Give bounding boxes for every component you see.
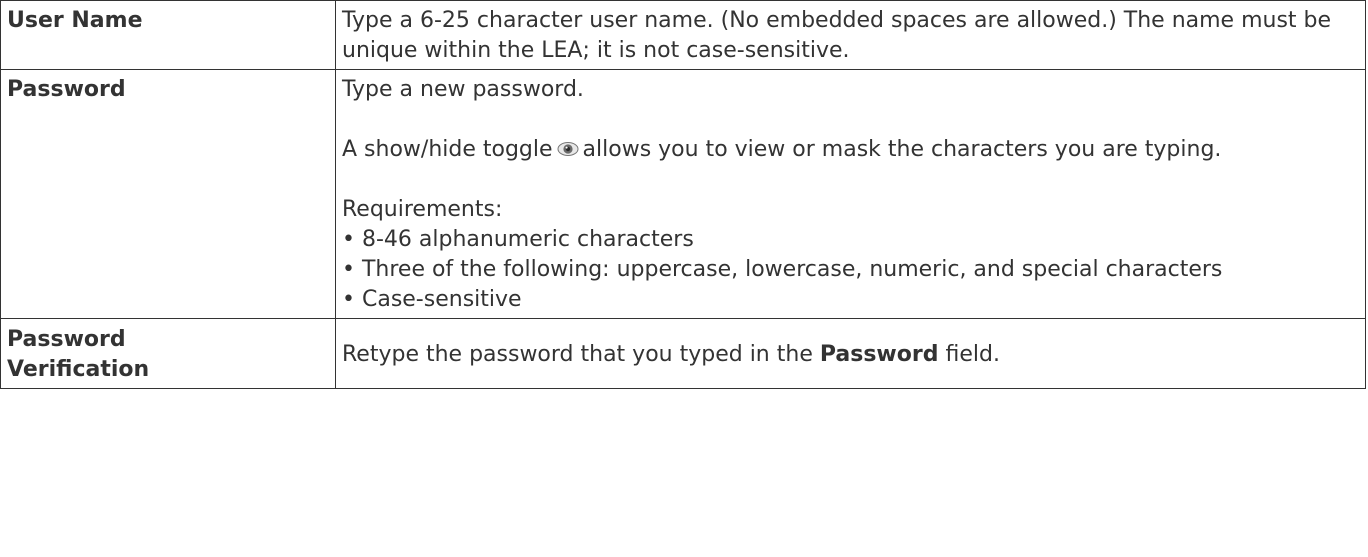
- eye-icon: [557, 136, 579, 156]
- verify-desc-after: field.: [945, 341, 1000, 367]
- table-row-password: Password Type a new password. A show/hid…: [0, 69, 1366, 319]
- field-name-line-2: Verification: [7, 357, 150, 382]
- requirement-item: • Case-sensitive: [342, 287, 522, 312]
- toggle-note-after: allows you to view or mask the character…: [582, 137, 1222, 162]
- field-name-password-verification: Password Verification: [0, 318, 336, 389]
- table-row-password-verification: Password Verification Retype the password…: [0, 318, 1366, 389]
- requirement-item: • Three of the following: uppercase, low…: [342, 257, 1223, 282]
- requirement-item: • 8-46 alphanumeric characters: [342, 227, 694, 252]
- password-intro: Type a new password.: [342, 77, 584, 102]
- field-name-user-name: User Name: [0, 0, 336, 70]
- toggle-note-before: A show/hide toggle: [342, 137, 553, 162]
- field-description-user-name: Type a 6-25 character user name. (No emb…: [335, 0, 1366, 70]
- field-name-line-1: Password: [7, 327, 126, 352]
- field-name-password: Password: [0, 69, 336, 319]
- field-description-password: Type a new password. A show/hide toggle a…: [335, 69, 1366, 319]
- verify-desc-before: Retype the password that you typed in th…: [342, 341, 813, 367]
- field-description-password-verification: Retype the password that you typed in th…: [335, 318, 1366, 389]
- password-toggle-note: A show/hide toggle allows you to view or …: [342, 135, 1359, 165]
- table-row-user-name: User Name Type a 6-25 character user nam…: [0, 0, 1366, 70]
- requirements-heading: Requirements:: [342, 197, 503, 222]
- verify-desc-bold: Password: [819, 341, 939, 367]
- requirements-list: • 8-46 alphanumeric characters • Three o…: [342, 225, 1359, 315]
- field-definitions-table: User Name Type a 6-25 character user nam…: [0, 0, 1366, 389]
